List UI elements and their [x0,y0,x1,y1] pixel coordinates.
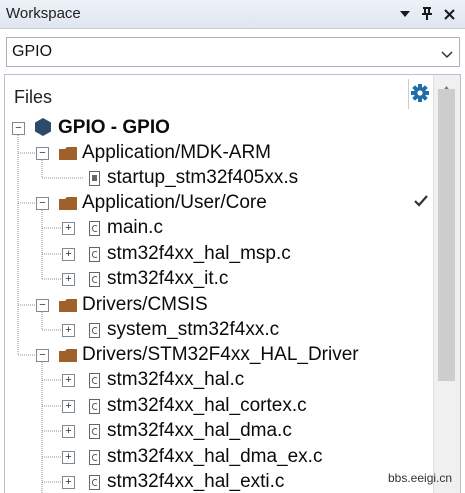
c-file-icon [89,475,100,490]
c-file-icon [89,373,100,388]
c-file-icon [89,399,100,414]
collapse-toggle-icon[interactable]: − [36,197,49,210]
c-file-icon [89,272,100,287]
file-label: stm32f4xx_hal_exti.c [107,471,285,492]
chevron-down-icon [441,46,453,64]
tree-file[interactable]: stm32f4xx_hal_exti.c [107,470,284,493]
tree-file[interactable]: stm32f4xx_hal.c [107,368,244,392]
tree-group[interactable]: Drivers/CMSIS [82,293,208,317]
tree-file[interactable]: stm32f4xx_it.c [107,267,228,291]
expand-toggle-icon[interactable]: + [62,248,75,261]
group-label: Drivers/CMSIS [82,294,208,315]
tree-file[interactable]: system_stm32f4xx.c [107,318,279,342]
tree-group[interactable]: Application/User/Core [82,191,267,215]
collapse-toggle-icon[interactable]: − [36,147,49,160]
tree-file[interactable]: stm32f4xx_hal_dma.c [107,419,292,443]
pin-icon[interactable] [418,5,436,23]
expand-toggle-icon[interactable]: + [62,374,75,387]
tree-file[interactable]: stm32f4xx_hal_msp.c [107,242,291,266]
scrollbar-thumb[interactable] [438,89,455,381]
file-label: stm32f4xx_hal_msp.c [107,243,291,264]
group-label: Application/User/Core [82,192,267,213]
collapse-toggle-icon[interactable]: − [12,122,25,135]
tree-group[interactable]: Drivers/STM32F4xx_HAL_Driver [82,343,359,367]
c-file-icon [89,247,100,262]
asm-file-icon [89,171,100,186]
files-header: Files [5,75,435,111]
folder-icon [59,349,77,362]
project-hexagon-icon [34,117,52,142]
target-select-value: GPIO [12,43,53,60]
file-label: stm32f4xx_hal_dma.c [107,420,292,441]
expand-toggle-icon[interactable]: + [62,425,75,438]
vertical-scrollbar[interactable] [433,75,460,493]
close-icon[interactable] [440,5,458,23]
tree-file[interactable]: startup_stm32f405xx.s [107,166,298,190]
workspace-titlebar: Workspace [0,0,465,29]
tree-root-project[interactable]: GPIO - GPIO [58,116,170,140]
dropdown-arrow-icon[interactable] [396,5,414,23]
gear-icon[interactable] [409,82,431,109]
file-label: startup_stm32f405xx.s [107,167,299,188]
expand-toggle-icon[interactable]: + [62,273,75,286]
expand-toggle-icon[interactable]: + [62,451,75,464]
expand-toggle-icon[interactable]: + [62,324,75,337]
tree-group[interactable]: Application/MDK-ARM [82,141,271,165]
collapse-toggle-icon[interactable]: − [36,349,49,362]
c-file-icon [89,424,100,439]
checkmark-icon [414,194,428,212]
file-label: stm32f4xx_hal_dma_ex.c [107,446,323,467]
expand-toggle-icon[interactable]: + [62,476,75,489]
project-tree: Files − GPIO - GPIO − Application/MDK-AR… [5,75,435,493]
folder-icon [59,299,77,312]
folder-icon [59,147,77,160]
folder-icon [59,197,77,210]
tree-file[interactable]: stm32f4xx_hal_dma_ex.c [107,445,322,469]
c-file-icon [89,450,100,465]
collapse-toggle-icon[interactable]: − [36,299,49,312]
watermark-text: bbs.eeigi.cn [388,471,453,485]
c-file-icon [89,323,100,338]
project-root-label: GPIO - GPIO [58,117,170,138]
target-select[interactable]: GPIO [6,37,460,67]
file-label: stm32f4xx_hal_cortex.c [107,395,307,416]
project-files-panel: Files − GPIO - GPIO − Application/MDK-AR… [4,74,461,493]
expand-toggle-icon[interactable]: + [62,400,75,413]
tree-file[interactable]: stm32f4xx_hal_cortex.c [107,394,307,418]
expand-toggle-icon[interactable]: + [62,222,75,235]
file-label: system_stm32f4xx.c [107,319,280,340]
tree-file[interactable]: main.c [107,216,163,240]
window-title: Workspace [6,5,81,22]
file-label: stm32f4xx_it.c [107,268,229,289]
file-label: stm32f4xx_hal.c [107,369,245,390]
files-header-label: Files [14,87,53,107]
group-label: Application/MDK-ARM [82,142,271,163]
file-label: main.c [107,217,163,238]
c-file-icon [89,221,100,236]
group-label: Drivers/STM32F4xx_HAL_Driver [82,344,359,365]
